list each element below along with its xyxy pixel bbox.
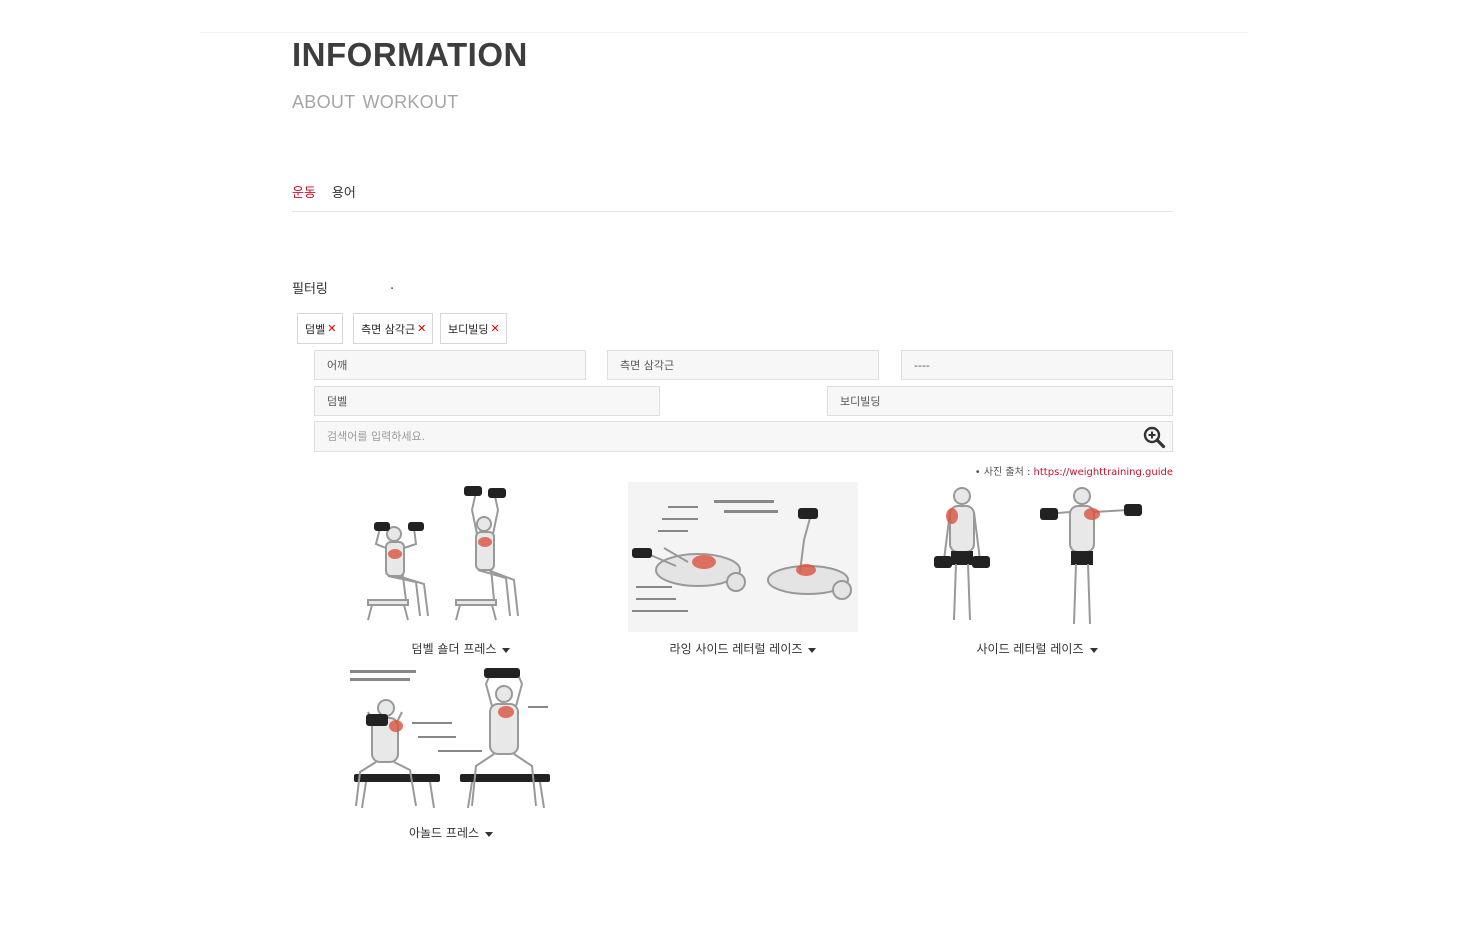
- remove-tag-icon[interactable]: ✕: [490, 322, 499, 335]
- filter-dot: .: [390, 278, 395, 293]
- exercise-card[interactable]: 라잉 사이드 레터럴 레이즈: [628, 482, 858, 657]
- page-subtitle: ABOUT WORKOUT: [292, 92, 459, 112]
- filter-tag-label: 측면 삼각근: [361, 322, 416, 336]
- exercise-name-toggle[interactable]: 라잉 사이드 레터럴 레이즈: [670, 640, 817, 657]
- exercise-name: 라잉 사이드 레터럴 레이즈: [669, 642, 803, 656]
- tabs-divider: [292, 211, 1173, 212]
- remove-tag-icon[interactable]: ✕: [417, 322, 426, 335]
- muscle-select[interactable]: 측면 삼각근: [607, 350, 879, 380]
- exercise-name-toggle[interactable]: 덤벨 숄더 프레스: [412, 640, 511, 657]
- filter-label: 필터링: [292, 282, 328, 297]
- caret-down-icon: [808, 648, 817, 653]
- exercise-card[interactable]: 사이드 레터럴 레이즈: [922, 482, 1152, 657]
- equipment-select[interactable]: 덤벨: [314, 386, 660, 416]
- caret-down-icon: [502, 648, 511, 653]
- lying-side-lateral-raise-illustration: [628, 482, 858, 632]
- caret-down-icon: [1089, 648, 1098, 653]
- caret-down-icon: [485, 832, 494, 837]
- photo-source-link[interactable]: https://weighttraining.guide: [1034, 467, 1173, 478]
- tab-exercise[interactable]: 운동: [292, 182, 316, 201]
- extra-select[interactable]: ----: [901, 350, 1173, 380]
- exercise-name: 아놀드 프레스: [408, 826, 480, 840]
- category-select[interactable]: 보디빌딩: [827, 386, 1173, 416]
- tab-terms[interactable]: 용어: [332, 182, 356, 201]
- exercise-card[interactable]: 아놀드 프레스: [336, 666, 566, 841]
- filter-tag-label: 보디빌딩: [448, 322, 489, 336]
- exercise-name-toggle[interactable]: 아놀드 프레스: [408, 824, 494, 841]
- exercise-name: 덤벨 숄더 프레스: [411, 642, 497, 656]
- filter-tag-dumbbell: 덤벨 ✕: [297, 313, 344, 344]
- category-tabs: 운동 용어: [292, 182, 356, 201]
- side-lateral-raise-illustration: [934, 487, 1142, 625]
- filter-tag-label: 덤벨: [305, 322, 326, 336]
- exercise-name: 사이드 레터럴 레이즈: [976, 642, 1084, 656]
- remove-tag-icon[interactable]: ✕: [327, 322, 336, 335]
- search-icon[interactable]: [1142, 425, 1166, 449]
- arnold-press-illustration: [350, 668, 550, 809]
- page-title: INFORMATION: [292, 36, 528, 73]
- exercise-card[interactable]: 덤벨 숄더 프레스: [346, 482, 576, 657]
- top-divider: [200, 32, 1248, 33]
- body-part-select[interactable]: 어깨: [314, 350, 586, 380]
- photo-source-label: • 사진 출처 :: [974, 467, 1034, 478]
- filter-tag-lateral-deltoid: 측면 삼각근 ✕: [353, 313, 434, 344]
- search-input[interactable]: [315, 422, 1115, 451]
- search-box: [314, 421, 1173, 452]
- filter-tag-bodybuilding: 보디빌딩 ✕: [440, 313, 507, 344]
- dumbbell-shoulder-press-illustration: [367, 486, 519, 621]
- exercise-name-toggle[interactable]: 사이드 레터럴 레이즈: [977, 640, 1098, 657]
- photo-source: • 사진 출처 : https://weighttraining.guide: [975, 463, 1173, 478]
